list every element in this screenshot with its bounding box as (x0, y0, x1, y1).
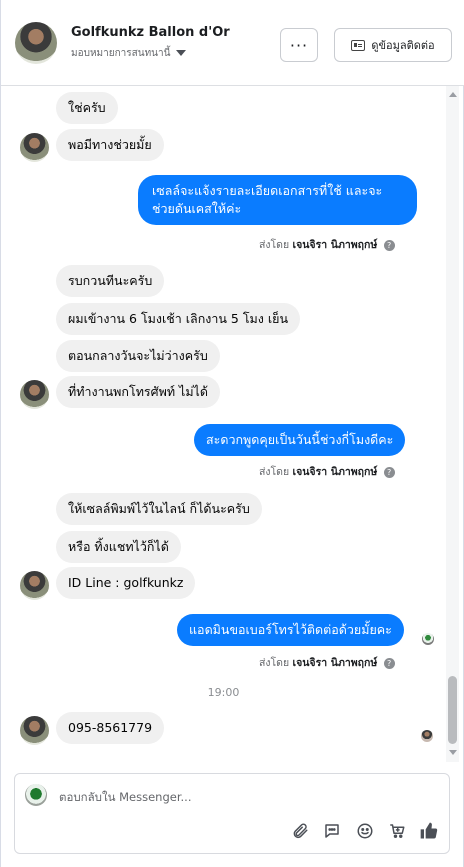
contact-avatar[interactable] (15, 22, 57, 64)
incoming-message[interactable]: ใช่ครับ (56, 92, 118, 124)
contact-avatar-small (20, 133, 49, 162)
outgoing-message[interactable]: สะดวกพูดคุยเป็นวันนี้ช่วงกี่โมงดีคะ (194, 424, 406, 456)
assign-conversation-dropdown[interactable]: มอบหมายการสนทนานี้ (71, 46, 187, 61)
assign-label: มอบหมายการสนทนานี้ (71, 48, 171, 59)
contact-card-icon (351, 39, 366, 51)
view-contact-button[interactable]: ดูข้อมูลติดต่อ (334, 28, 452, 62)
view-contact-label: ดูข้อมูลติดต่อ (371, 39, 435, 52)
incoming-message[interactable]: ที่ทำงานพกโทรศัพท์ ไม่ได้ (56, 376, 220, 408)
more-icon: ··· (289, 35, 309, 55)
like-icon[interactable] (418, 820, 440, 842)
incoming-message[interactable]: ให้เซลล์พิมพ์ไว้ในไลน์ ก็ได้นะครับ (56, 493, 262, 525)
conversation-header: Golfkunkz Ballon d'Or มอบหมายการสนทนานี้… (1, 0, 464, 86)
outgoing-message[interactable]: แอดมินขอเบอร์โทรไว้ติดต่อด้วยมั้ยคะ (177, 614, 404, 646)
incoming-message[interactable]: ตอนกลางวันจะไม่ว่างครับ (56, 340, 220, 372)
agent-name: เจนจิรา นิภาพฤกษ์ (292, 239, 378, 251)
more-options-button[interactable]: ··· (280, 28, 318, 62)
incoming-message[interactable]: หรือ ทิ้งแชทไว้ก็ได้ (56, 531, 181, 563)
seen-indicator-page-avatar (422, 633, 434, 645)
page-avatar (25, 784, 47, 806)
contact-avatar-small (20, 571, 49, 600)
saved-reply-icon[interactable] (321, 820, 343, 842)
reply-input[interactable] (59, 788, 419, 806)
sent-by-prefix: ส่งโดย (259, 239, 290, 251)
attachment-icon[interactable] (289, 820, 311, 842)
message-composer (14, 773, 450, 854)
sent-by-label: ส่งโดย เจนจิรา นิภาพฤกษ์ ? (259, 236, 395, 253)
sent-by-label: ส่งโดย เจนจิรา นิภาพฤกษ์ ? (259, 654, 395, 671)
agent-name: เจนจิรา นิภาพฤกษ์ (292, 657, 378, 669)
incoming-message[interactable]: ผมเข้างาน 6 โมงเช้า เลิกงาน 5 โมง เย็น (56, 303, 301, 335)
message-scrollbar[interactable] (446, 86, 459, 762)
info-icon[interactable]: ? (383, 657, 395, 669)
agent-name: เจนจิรา นิภาพฤกษ์ (292, 466, 378, 478)
contact-avatar-small (20, 380, 49, 409)
incoming-message[interactable]: พอมีทางช่วยมั้ย (56, 129, 164, 161)
emoji-icon[interactable] (354, 820, 376, 842)
caret-down-icon (176, 50, 187, 56)
sent-by-label: ส่งโดย เจนจิรา นิภาพฤกษ์ ? (259, 463, 395, 480)
conversation-panel: Golfkunkz Ballon d'Or มอบหมายการสนทนานี้… (0, 0, 464, 867)
incoming-message[interactable]: ID Line : golfkunkz (56, 567, 196, 599)
message-line: เซลล์จะแจ้งรายละเอียดเอกสารที่ใช้ และจะ (152, 183, 383, 198)
sent-by-prefix: ส่งโดย (259, 657, 290, 669)
contact-name[interactable]: Golfkunkz Ballon d'Or (71, 25, 230, 40)
seen-indicator-contact-avatar (421, 730, 433, 742)
incoming-message[interactable]: 095-8561779 (56, 712, 165, 744)
message-line: ช่วยดันเคสให้ค่ะ (152, 201, 242, 216)
info-icon[interactable]: ? (383, 466, 395, 478)
scroll-down-arrow-icon[interactable] (449, 750, 457, 755)
time-separator: 19:00 (207, 686, 240, 699)
outgoing-message[interactable]: เซลล์จะแจ้งรายละเอียดเอกสารที่ใช้ และจะ … (138, 175, 417, 225)
sent-by-prefix: ส่งโดย (259, 466, 290, 478)
info-icon[interactable]: ? (383, 239, 395, 251)
cart-icon[interactable] (386, 820, 408, 842)
scroll-up-arrow-icon[interactable] (449, 92, 457, 97)
scrollbar-thumb[interactable] (448, 676, 457, 744)
incoming-message[interactable]: รบกวนทีนะครับ (56, 265, 165, 297)
contact-avatar-small (20, 716, 49, 745)
